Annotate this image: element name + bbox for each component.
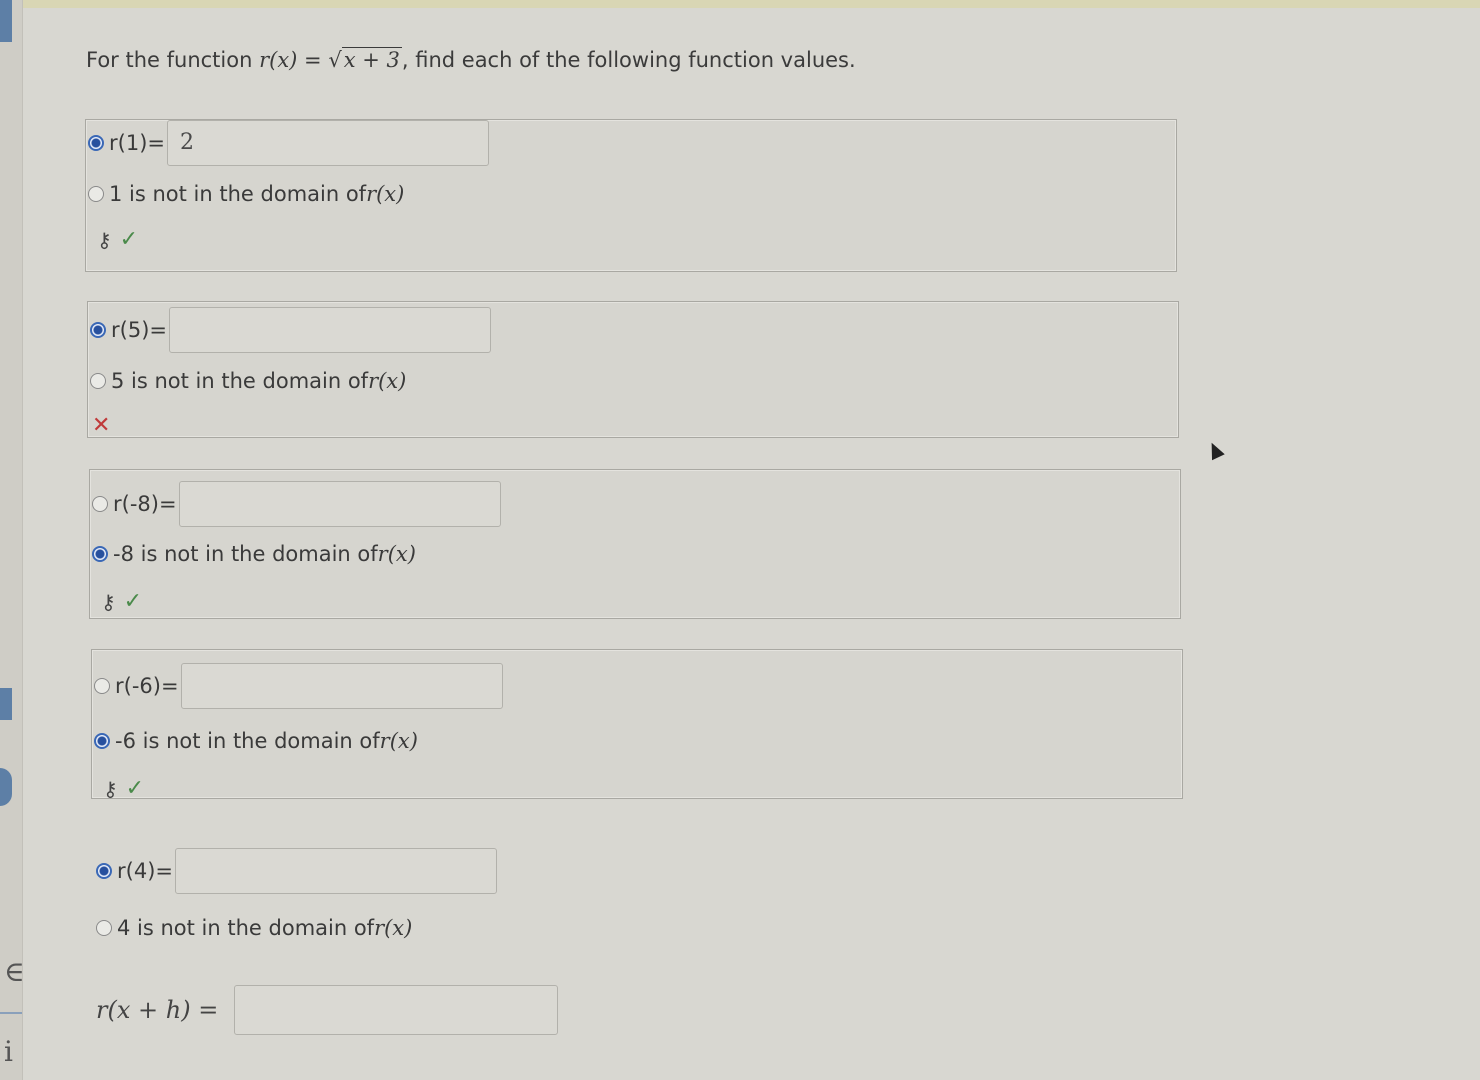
radio-value-2[interactable]	[90, 322, 106, 338]
final-input[interactable]	[234, 985, 559, 1035]
prompt-radicand: x + 3	[341, 47, 402, 72]
value-label-2: r(5)=	[111, 318, 167, 342]
value-input-5[interactable]	[174, 848, 497, 894]
check-icon: ✓	[125, 776, 145, 801]
domain-label-1: 1 is not in the domain of	[109, 182, 367, 206]
domain-label-3: -8 is not in the domain of	[113, 542, 378, 566]
prompt-suffix: , find each of the following function va…	[401, 48, 856, 72]
radio-domain-3[interactable]	[92, 546, 108, 562]
sidebar-tab-top[interactable]	[0, 0, 12, 42]
status-1: ⚷ ✓	[97, 227, 138, 252]
domain-label-4: -6 is not in the domain of	[115, 729, 380, 753]
imaginary-i-glyph: i	[4, 1035, 13, 1068]
radio-value-3[interactable]	[92, 496, 108, 512]
status-4: ⚷ ✓	[103, 776, 144, 801]
domain-func-1: r(x)	[366, 182, 405, 206]
value-option-4[interactable]: r(-6)=	[94, 663, 503, 709]
prompt-equals: =	[297, 48, 329, 72]
value-input-2[interactable]	[168, 307, 491, 353]
sqrt-symbol: √	[328, 48, 342, 72]
radio-domain-4[interactable]	[94, 733, 110, 749]
sidebar-tab-lower[interactable]	[0, 768, 12, 806]
domain-option-5[interactable]: 4 is not in the domain of r(x)	[96, 916, 412, 940]
domain-func-3: r(x)	[377, 542, 416, 566]
radio-value-5[interactable]	[96, 863, 112, 879]
value-input-4[interactable]	[180, 663, 503, 709]
sidebar-rule	[0, 1012, 22, 1014]
mouse-pointer-icon	[1205, 439, 1225, 461]
key-icon[interactable]: ⚷	[97, 228, 112, 252]
domain-func-5: r(x)	[374, 916, 413, 940]
value-option-2[interactable]: r(5)=	[90, 307, 491, 353]
prompt-prefix: For the function	[86, 48, 260, 72]
domain-option-2[interactable]: 5 is not in the domain of r(x)	[90, 369, 406, 393]
sidebar-tab-middle[interactable]	[0, 688, 12, 720]
top-strip	[0, 0, 1480, 8]
radio-domain-2[interactable]	[90, 373, 106, 389]
radio-domain-5[interactable]	[96, 920, 112, 936]
prompt-function: r(x)	[259, 48, 298, 72]
value-option-3[interactable]: r(-8)=	[92, 481, 501, 527]
value-input-3[interactable]	[178, 481, 501, 527]
value-input-1[interactable]: 2	[166, 120, 489, 166]
value-label-1: r(1)=	[109, 131, 165, 155]
final-label: r(x + h) =	[96, 996, 219, 1024]
cross-icon: ✕	[92, 413, 111, 438]
value-label-5: r(4)=	[117, 859, 173, 883]
radio-value-4[interactable]	[94, 678, 110, 694]
radio-value-1[interactable]	[88, 135, 104, 151]
value-label-3: r(-8)=	[113, 492, 177, 516]
question-prompt: For the function r(x) = √x + 3, find eac…	[86, 47, 856, 72]
domain-option-3[interactable]: -8 is not in the domain of r(x)	[92, 542, 416, 566]
domain-label-2: 5 is not in the domain of	[111, 369, 369, 393]
left-sidebar	[0, 0, 23, 1080]
domain-func-2: r(x)	[368, 369, 407, 393]
value-label-4: r(-6)=	[115, 674, 179, 698]
check-icon: ✓	[123, 589, 143, 614]
domain-func-4: r(x)	[379, 729, 418, 753]
key-icon[interactable]: ⚷	[101, 590, 116, 614]
domain-option-4[interactable]: -6 is not in the domain of r(x)	[94, 729, 418, 753]
key-icon[interactable]: ⚷	[103, 777, 118, 801]
element-of-glyph: ∈	[4, 955, 25, 988]
check-icon: ✓	[119, 227, 139, 252]
final-question: r(x + h) =	[96, 985, 559, 1035]
status-3: ⚷ ✓	[101, 589, 142, 614]
value-option-1[interactable]: r(1)= 2	[88, 120, 489, 166]
domain-option-1[interactable]: 1 is not in the domain of r(x)	[88, 182, 404, 206]
status-2: ✕	[92, 413, 110, 438]
radio-domain-1[interactable]	[88, 186, 104, 202]
value-option-5[interactable]: r(4)=	[96, 848, 497, 894]
domain-label-5: 4 is not in the domain of	[117, 916, 375, 940]
